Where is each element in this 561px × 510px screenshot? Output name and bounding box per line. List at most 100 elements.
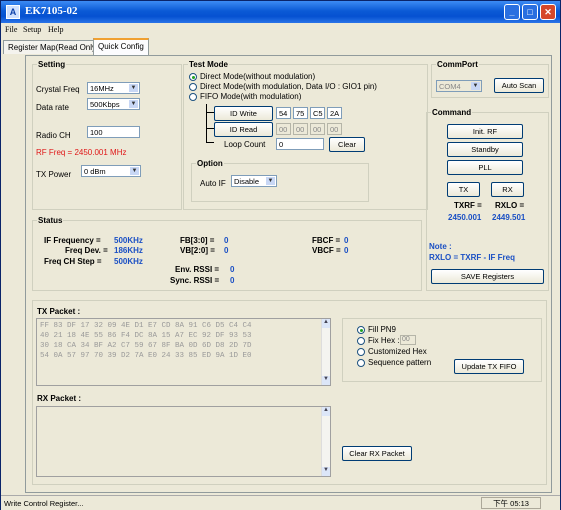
- quick-config-page: Setting Crystal Freq 16MHz ▼ Data rate 50…: [25, 55, 552, 493]
- freq-dev-value: 186KHz: [114, 246, 143, 255]
- crystal-freq-select[interactable]: 16MHz ▼: [87, 82, 140, 94]
- freq-ch-step-value: 500KHz: [114, 257, 143, 266]
- tx-power-label: TX Power: [36, 170, 72, 179]
- tx-power-select[interactable]: 0 dBm ▼: [81, 165, 141, 177]
- scroll-down-icon[interactable]: ▼: [322, 467, 330, 476]
- vbcf-value: 0: [344, 246, 349, 255]
- minimize-button[interactable]: _: [504, 4, 520, 20]
- minimize-icon: _: [509, 7, 515, 17]
- direct-no-mod-label: Direct Mode(without modulation): [200, 72, 316, 81]
- radio-ch-label: Radio CH: [36, 131, 71, 140]
- fb-label: FB[3:0] =: [180, 236, 215, 245]
- if-frequency-label: IF Frequency =: [44, 236, 101, 245]
- rx-button[interactable]: RX: [491, 182, 524, 197]
- tx-packet-label: TX Packet :: [37, 307, 81, 316]
- chevron-down-icon: ▼: [130, 167, 139, 175]
- id-read-byte-3: 00: [310, 123, 325, 135]
- data-rate-label: Data rate: [36, 103, 69, 112]
- id-read-button[interactable]: ID Read: [214, 122, 273, 137]
- id-write-byte-2[interactable]: 75: [293, 107, 308, 119]
- scroll-down-icon[interactable]: ▼: [322, 376, 330, 385]
- sequence-pattern-radio[interactable]: [357, 359, 365, 367]
- tx-button[interactable]: TX: [447, 182, 480, 197]
- close-icon: ✕: [544, 7, 552, 17]
- env-rssi-value: 0: [230, 265, 235, 274]
- chevron-down-icon: ▼: [471, 82, 480, 90]
- rx-packet-label: RX Packet :: [37, 394, 82, 403]
- close-button[interactable]: ✕: [540, 4, 556, 20]
- fill-pn9-label: Fill PN9: [368, 325, 397, 334]
- scroll-up-icon[interactable]: ▲: [322, 319, 330, 328]
- fifo-mode-radio[interactable]: [189, 93, 197, 101]
- note-title: Note :: [429, 242, 452, 251]
- command-legend: Command: [432, 108, 472, 117]
- tree-line: [206, 104, 207, 142]
- title-bar[interactable]: A EK7105-02 _ □ ✕: [1, 1, 560, 23]
- id-write-byte-1[interactable]: 54: [276, 107, 291, 119]
- vb-value: 0: [224, 246, 229, 255]
- init-rf-button[interactable]: Init. RF: [447, 124, 523, 139]
- status-clock: 下午 05:13: [481, 497, 541, 509]
- menu-setup[interactable]: Setup: [23, 25, 41, 34]
- save-registers-button[interactable]: SAVE Registers: [431, 269, 544, 284]
- fill-pn9-radio[interactable]: [357, 326, 365, 334]
- auto-if-select[interactable]: Disable ▼: [231, 175, 277, 187]
- fbcf-value: 0: [344, 236, 349, 245]
- standby-button[interactable]: Standby: [447, 142, 523, 157]
- update-tx-fifo-button[interactable]: Update TX FIFO: [454, 359, 524, 374]
- clear-rx-packet-button[interactable]: Clear RX Packet: [342, 446, 412, 461]
- radio-ch-input[interactable]: 100: [87, 126, 140, 138]
- tab-register-map[interactable]: Register Map(Read Only): [3, 40, 104, 54]
- tree-branch: [206, 142, 214, 143]
- id-read-byte-4: 00: [327, 123, 342, 135]
- status-text: Write Control Register...: [4, 499, 84, 508]
- data-rate-select[interactable]: 500Kbps ▼: [87, 98, 140, 110]
- maximize-button[interactable]: □: [522, 4, 538, 20]
- window-title: EK7105-02: [25, 5, 78, 17]
- rxlo-value: 2449.501: [492, 213, 526, 222]
- fb-value: 0: [224, 236, 229, 245]
- menu-bar: File Setup Help: [1, 23, 560, 37]
- menu-file[interactable]: File: [5, 25, 17, 34]
- menu-help[interactable]: Help: [48, 25, 64, 34]
- loop-count-input[interactable]: 0: [276, 138, 324, 150]
- option-legend: Option: [197, 159, 223, 168]
- vb-label: VB[2:0] =: [180, 246, 215, 255]
- fix-hex-label: Fix Hex :: [368, 336, 400, 345]
- id-read-byte-2: 00: [293, 123, 308, 135]
- txrf-label: TXRF =: [454, 201, 482, 210]
- id-write-byte-3[interactable]: C5: [310, 107, 325, 119]
- status-bar: Write Control Register... 下午 05:13: [1, 495, 560, 510]
- customized-hex-radio[interactable]: [357, 348, 365, 356]
- vbcf-label: VBCF =: [312, 246, 341, 255]
- rx-packet-scrollbar[interactable]: ▲ ▼: [321, 407, 330, 476]
- id-write-button[interactable]: ID Write: [214, 106, 273, 121]
- tx-packet-textbox[interactable]: FF 83 DF 17 32 09 4E D1 E7 CD 8A 91 C6 D…: [36, 318, 331, 386]
- tab-quick-config[interactable]: Quick Config: [93, 38, 149, 55]
- status-legend: Status: [38, 216, 63, 225]
- chevron-down-icon: ▼: [266, 177, 275, 185]
- scroll-up-icon[interactable]: ▲: [322, 407, 330, 416]
- commport-legend: CommPort: [437, 60, 478, 69]
- clear-button[interactable]: Clear: [329, 137, 365, 152]
- loop-count-label: Loop Count: [224, 140, 266, 149]
- if-frequency-value: 500KHz: [114, 236, 143, 245]
- tree-branch: [206, 128, 214, 129]
- test-mode-legend: Test Mode: [189, 60, 228, 69]
- sequence-pattern-label: Sequence pattern: [368, 358, 432, 367]
- direct-no-mod-radio[interactable]: [189, 73, 197, 81]
- env-rssi-label: Env. RSSI =: [175, 265, 220, 274]
- setting-legend: Setting: [38, 60, 66, 69]
- direct-mod-radio[interactable]: [189, 83, 197, 91]
- pll-button[interactable]: PLL: [447, 160, 523, 175]
- fix-hex-radio[interactable]: [357, 337, 365, 345]
- rx-packet-textbox[interactable]: ▲ ▼: [36, 406, 331, 477]
- auto-scan-button[interactable]: Auto Scan: [494, 78, 544, 93]
- sync-rssi-value: 0: [230, 276, 235, 285]
- fix-hex-input: 00: [400, 335, 416, 345]
- tx-packet-scrollbar[interactable]: ▲ ▼: [321, 319, 330, 385]
- comm-port-select: COM4 ▼: [436, 80, 482, 92]
- tab-strip: Register Map(Read Only) Quick Config: [1, 37, 560, 55]
- id-write-byte-4[interactable]: 2A: [327, 107, 342, 119]
- freq-dev-label: Freq Dev. =: [65, 246, 108, 255]
